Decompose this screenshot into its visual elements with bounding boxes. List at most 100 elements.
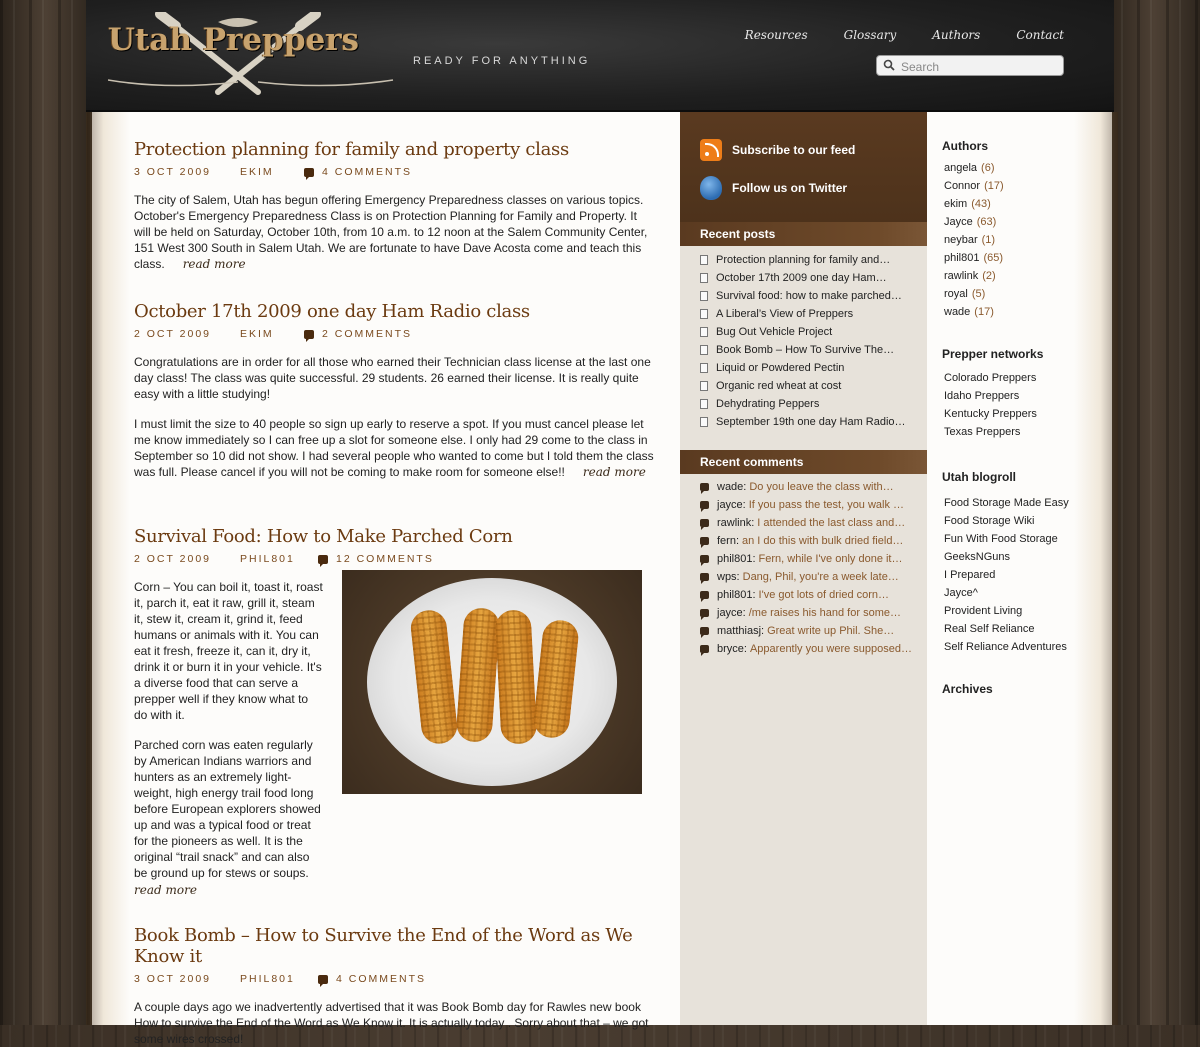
recent-post-item[interactable]: Organic red wheat at cost	[700, 377, 906, 395]
comment-excerpt-link[interactable]: Do you leave the class with…	[749, 481, 893, 493]
comment-excerpt-link[interactable]: I've got lots of dried corn…	[759, 589, 890, 601]
recent-post-link[interactable]: Organic red wheat at cost	[716, 380, 841, 392]
post-comments-link[interactable]: 2 COMMENTS	[322, 328, 412, 340]
recent-post-link[interactable]: Liquid or Powdered Pectin	[716, 362, 844, 374]
recent-post-item[interactable]: October 17th 2009 one day Ham…	[700, 269, 906, 287]
post-paragraph: I must limit the size to 40 people so si…	[134, 417, 654, 479]
author-link[interactable]: rawlink	[944, 270, 978, 282]
post-author[interactable]: PHIL801	[240, 553, 318, 565]
blogroll-link[interactable]: Jayce^	[944, 587, 1069, 605]
recent-post-item[interactable]: Bug Out Vehicle Project	[700, 323, 906, 341]
post-title[interactable]: Survival Food: How to Make Parched Corn	[134, 526, 654, 547]
post-title[interactable]: Protection planning for family and prope…	[134, 139, 654, 160]
post-body: Corn – You can boil it, toast it, roast …	[134, 579, 324, 897]
author-item: neybar (1)	[944, 234, 1004, 252]
recent-post-link[interactable]: October 17th 2009 one day Ham…	[716, 272, 887, 284]
document-icon	[700, 399, 708, 409]
post-comments-link[interactable]: 4 COMMENTS	[322, 166, 412, 178]
comment-excerpt-link[interactable]: /me raises his hand for some…	[749, 607, 901, 619]
read-more-link[interactable]: read more	[134, 883, 324, 897]
comment-excerpt-link[interactable]: Apparently you were supposed…	[750, 643, 912, 655]
authors-list: angela (6) Connor (17) ekim (43) Jayce (63) …	[944, 162, 1004, 324]
blogroll-link[interactable]: Fun With Food Storage	[944, 533, 1069, 551]
recent-comments-list: wade: Do you leave the class with… jayce:…	[700, 478, 912, 658]
recent-post-link[interactable]: Dehydrating Peppers	[716, 398, 819, 410]
blogroll-link[interactable]: Food Storage Wiki	[944, 515, 1069, 533]
comment-excerpt-link[interactable]: If you pass the test, you walk …	[749, 499, 904, 511]
network-link[interactable]: Idaho Preppers	[944, 390, 1037, 408]
recent-post-item[interactable]: A Liberal’s View of Preppers	[700, 305, 906, 323]
recent-post-item[interactable]: Survival food: how to make parched…	[700, 287, 906, 305]
twitter-follow-link[interactable]: Follow us on Twitter	[700, 176, 847, 200]
nav-glossary[interactable]: Glossary	[844, 28, 897, 42]
subscribe-feed-link[interactable]: Subscribe to our feed	[700, 139, 855, 161]
comment-excerpt-link[interactable]: an I do this with bulk dried field…	[742, 535, 903, 547]
author-link[interactable]: Jayce	[944, 216, 973, 228]
blogroll-link[interactable]: GeeksNGuns	[944, 551, 1069, 569]
blogroll-link[interactable]: I Prepared	[944, 569, 1069, 587]
recent-post-link[interactable]: Survival food: how to make parched…	[716, 290, 902, 302]
recent-post-item[interactable]: Book Bomb – How To Survive The…	[700, 341, 906, 359]
comment-excerpt-link[interactable]: Great write up Phil. She…	[767, 625, 894, 637]
post-title[interactable]: Book Bomb – How to Survive the End of th…	[134, 925, 654, 967]
recent-post-link[interactable]: Protection planning for family and…	[716, 254, 890, 266]
document-icon	[700, 309, 708, 319]
comment-author[interactable]: fern:	[717, 535, 739, 547]
comment-excerpt-link[interactable]: Dang, Phil, you're a week late…	[743, 571, 899, 583]
comment-author[interactable]: bryce:	[717, 643, 747, 655]
recent-post-item[interactable]: Protection planning for family and…	[700, 251, 906, 269]
author-link[interactable]: royal	[944, 288, 968, 300]
post-date: 3 OCT 2009	[134, 166, 212, 178]
comment-excerpt-link[interactable]: Fern, while I've only done it…	[759, 553, 903, 565]
site-logo-text[interactable]: Utah Preppers	[108, 22, 359, 58]
post-excerpt: The city of Salem, Utah has begun offeri…	[134, 192, 654, 272]
twitter-bird-icon	[700, 176, 722, 200]
author-link[interactable]: neybar	[944, 234, 978, 246]
network-link[interactable]: Colorado Preppers	[944, 372, 1037, 390]
recent-post-link[interactable]: September 19th one day Ham Radio…	[716, 416, 906, 428]
blogroll-link[interactable]: Provident Living	[944, 605, 1069, 623]
post-author[interactable]: EKIM	[240, 166, 304, 178]
blogroll-link[interactable]: Self Reliance Adventures	[944, 641, 1069, 659]
author-link[interactable]: wade	[944, 306, 970, 318]
recent-post-link[interactable]: A Liberal’s View of Preppers	[716, 308, 853, 320]
nav-resources[interactable]: Resources	[745, 28, 808, 42]
author-link[interactable]: angela	[944, 162, 977, 174]
post-author[interactable]: EKIM	[240, 328, 304, 340]
comment-author[interactable]: wps:	[717, 571, 740, 583]
author-link[interactable]: phil801	[944, 252, 979, 264]
post-author[interactable]: PHIL801	[240, 973, 318, 985]
recent-post-item[interactable]: Liquid or Powdered Pectin	[700, 359, 906, 377]
network-link[interactable]: Kentucky Preppers	[944, 408, 1037, 426]
recent-post-link[interactable]: Book Bomb – How To Survive The…	[716, 344, 894, 356]
recent-post-item[interactable]: Dehydrating Peppers	[700, 395, 906, 413]
post-comments-link[interactable]: 12 COMMENTS	[336, 553, 434, 565]
nav-authors[interactable]: Authors	[932, 28, 980, 42]
blogroll-link[interactable]: Food Storage Made Easy	[944, 497, 1069, 515]
read-more-link[interactable]: read more	[183, 257, 246, 271]
author-link[interactable]: Connor	[944, 180, 980, 192]
comment-author[interactable]: wade:	[717, 481, 746, 493]
post-title[interactable]: October 17th 2009 one day Ham Radio clas…	[134, 301, 654, 322]
comment-icon	[304, 329, 314, 342]
search-input[interactable]	[899, 57, 1063, 76]
comment-author[interactable]: jayce:	[717, 499, 746, 511]
author-link[interactable]: ekim	[944, 198, 967, 210]
network-link[interactable]: Texas Preppers	[944, 426, 1037, 444]
comment-excerpt-link[interactable]: I attended the last class and…	[757, 517, 905, 529]
post-comments-link[interactable]: 4 COMMENTS	[336, 973, 426, 985]
recent-post-link[interactable]: Bug Out Vehicle Project	[716, 326, 832, 338]
nav-contact[interactable]: Contact	[1016, 28, 1064, 42]
blogroll-link[interactable]: Real Self Reliance	[944, 623, 1069, 641]
search-box	[876, 55, 1064, 76]
comment-bubble-icon	[700, 609, 709, 620]
comment-author[interactable]: phil801:	[717, 553, 756, 565]
middle-sidebar: Subscribe to our feed Follow us on Twitt…	[680, 112, 927, 1025]
comment-author[interactable]: jayce:	[717, 607, 746, 619]
comment-author[interactable]: rawlink:	[717, 517, 754, 529]
recent-post-item[interactable]: September 19th one day Ham Radio…	[700, 413, 906, 431]
comment-author[interactable]: phil801:	[717, 589, 756, 601]
recent-comment-item: bryce: Apparently you were supposed…	[700, 640, 912, 658]
comment-author[interactable]: matthiasj:	[717, 625, 764, 637]
read-more-link[interactable]: read more	[583, 465, 646, 479]
